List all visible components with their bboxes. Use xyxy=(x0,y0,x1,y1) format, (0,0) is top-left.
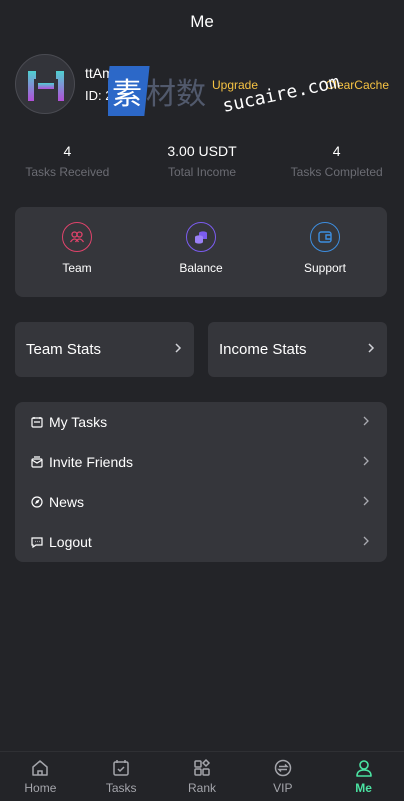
stat-value: 4 xyxy=(63,143,72,159)
profile-section: ttAm ID: 2 Upgrade ClearCache xyxy=(15,54,389,116)
home-icon xyxy=(32,760,49,776)
tab-tasks[interactable]: Tasks xyxy=(81,752,162,801)
stat-label: Tasks Completed xyxy=(290,165,383,179)
team-icon xyxy=(62,222,92,252)
shortcut-balance[interactable]: Balance xyxy=(139,207,263,297)
tab-label: Me xyxy=(355,781,372,795)
upgrade-button[interactable]: Upgrade xyxy=(212,78,258,92)
team-stats-button[interactable]: Team Stats xyxy=(15,322,194,377)
chevron-right-icon xyxy=(367,342,375,357)
shortcut-label: Support xyxy=(303,261,347,275)
menu-item-label: Invite Friends xyxy=(49,454,134,470)
stat-label: Tasks Received xyxy=(25,165,110,179)
menu-item-my-tasks[interactable]: My Tasks xyxy=(15,402,387,442)
menu-item-invite-friends[interactable]: Invite Friends xyxy=(15,442,387,482)
vip-icon xyxy=(274,759,292,777)
username: ttAm xyxy=(85,65,114,81)
tab-me[interactable]: Me xyxy=(323,752,404,801)
tab-rank[interactable]: Rank xyxy=(162,752,243,801)
chevron-right-icon xyxy=(362,415,370,430)
menu-item-label: News xyxy=(49,494,85,510)
income-stats-label: Income Stats xyxy=(219,341,307,358)
shortcut-team[interactable]: Team xyxy=(15,207,139,297)
stat-label: Total Income xyxy=(167,165,237,179)
tasks-icon xyxy=(113,760,129,776)
stat-value: 4 xyxy=(332,143,341,159)
chevron-right-icon xyxy=(362,455,370,470)
chevron-right-icon xyxy=(362,495,370,510)
shortcut-label: Balance xyxy=(179,261,223,275)
upgrade-label: Upgrade xyxy=(212,78,259,92)
user-icon xyxy=(355,760,372,777)
tab-label: Rank xyxy=(187,781,216,795)
tab-home[interactable]: Home xyxy=(0,752,81,801)
income-stats-button[interactable]: Income Stats xyxy=(208,322,387,377)
tab-vip[interactable]: VIP xyxy=(242,752,323,801)
chat-icon xyxy=(31,536,43,548)
wallet-icon xyxy=(310,222,340,252)
invite-icon xyxy=(31,456,43,468)
app-logo-icon xyxy=(28,71,64,101)
tasks-icon xyxy=(31,416,43,428)
menu-item-label: Logout xyxy=(49,534,92,550)
menu-item-news[interactable]: News xyxy=(15,482,387,522)
chevron-right-icon xyxy=(174,342,182,357)
menu-item-logout[interactable]: Logout xyxy=(15,522,387,562)
tab-label: Home xyxy=(24,781,57,795)
stat-tasks-received: 4 Tasks Received xyxy=(0,143,135,183)
menu-list: My Tasks Invite Friends News Logout xyxy=(15,402,387,562)
rank-icon xyxy=(194,758,211,776)
bottom-tab-bar: Home Tasks Rank VIP Me xyxy=(0,751,404,801)
stat-value: 3.00 USDT xyxy=(167,143,237,159)
avatar[interactable] xyxy=(15,54,75,114)
shortcut-label: Team xyxy=(62,261,92,275)
stats-row: 4 Tasks Received 3.00 USDT Total Income … xyxy=(0,143,404,183)
user-id: ID: 2 xyxy=(85,88,113,103)
tab-label: VIP xyxy=(273,781,293,795)
shortcut-support[interactable]: Support xyxy=(263,207,387,297)
menu-item-label: My Tasks xyxy=(49,414,108,430)
page-title: Me xyxy=(190,12,214,31)
team-stats-label: Team Stats xyxy=(26,341,102,358)
news-icon xyxy=(31,496,43,508)
tab-label: Tasks xyxy=(105,781,137,795)
clear-cache-button[interactable]: ClearCache xyxy=(326,78,389,92)
chevron-right-icon xyxy=(362,535,370,550)
shortcuts-card: Team Balance Support xyxy=(15,207,387,297)
stat-total-income: 3.00 USDT Total Income xyxy=(135,143,270,183)
stat-tasks-completed: 4 Tasks Completed xyxy=(269,143,404,183)
coins-icon xyxy=(186,222,216,252)
